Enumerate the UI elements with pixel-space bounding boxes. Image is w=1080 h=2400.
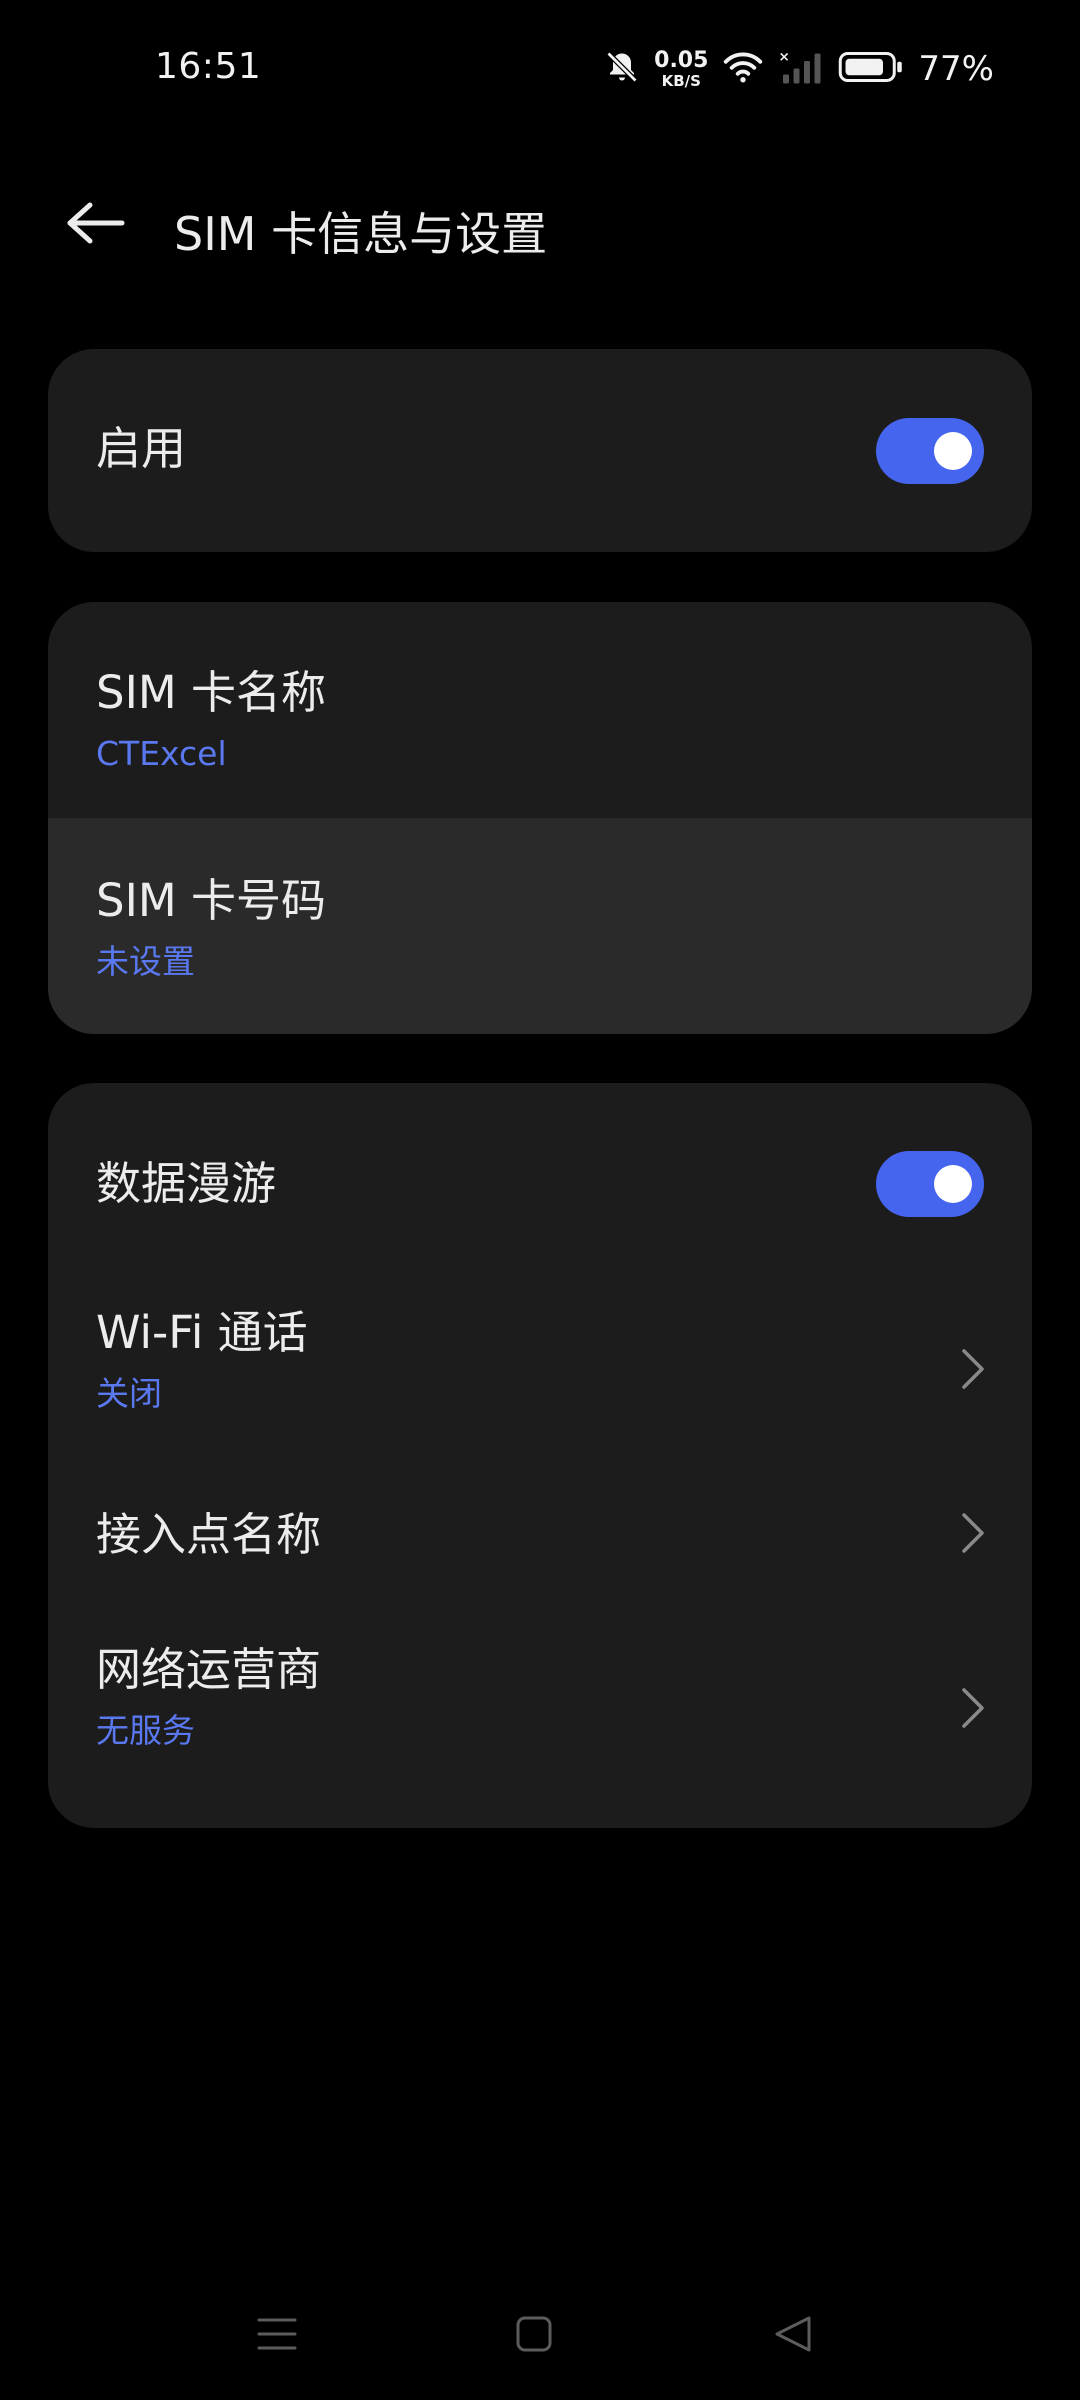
enable-card: 启用 (48, 349, 1032, 552)
nav-back-button[interactable] (757, 2300, 829, 2372)
sim-number-value: 未设置 (96, 942, 195, 981)
chevron-right-icon (956, 1684, 988, 1732)
enable-toggle[interactable] (876, 418, 984, 484)
data-roaming-toggle[interactable] (876, 1151, 984, 1217)
svg-text:×: × (779, 49, 790, 65)
apn-label: 接入点名称 (96, 1508, 322, 1561)
wifi-calling-row[interactable]: Wi-Fi 通话 关闭 (48, 1286, 1032, 1450)
nav-menu-button[interactable] (241, 2300, 313, 2372)
chevron-right-icon (956, 1345, 988, 1393)
sim-number-row[interactable]: SIM 卡号码 未设置 (48, 818, 1032, 1034)
home-square-icon (514, 2314, 554, 2358)
wifi-icon (722, 49, 764, 89)
cellular-signal-off-icon: × (778, 49, 824, 89)
sim-name-row[interactable]: SIM 卡名称 CTExcel (48, 602, 1032, 818)
arrow-left-icon (66, 201, 126, 249)
status-icons: 0.05 KB/S × 77% (604, 44, 994, 94)
net-speed-indicator: 0.05 KB/S (654, 47, 709, 90)
back-triangle-icon (773, 2314, 813, 2358)
nav-home-button[interactable] (498, 2300, 570, 2372)
status-bar: 16:51 0.05 KB/S × 77% (0, 0, 1080, 140)
wifi-calling-label: Wi-Fi 通话 (96, 1306, 308, 1359)
data-roaming-row[interactable]: 数据漫游 (48, 1083, 1032, 1286)
sim-number-label: SIM 卡号码 (96, 874, 326, 927)
network-card: 数据漫游 Wi-Fi 通话 关闭 接入点名称 网络运营商 无服务 (48, 1083, 1032, 1828)
page-title: SIM 卡信息与设置 (174, 207, 548, 261)
sim-name-label: SIM 卡名称 (96, 666, 326, 719)
toggle-knob (934, 432, 972, 470)
sim-info-card: SIM 卡名称 CTExcel SIM 卡号码 未设置 (48, 602, 1032, 1034)
back-button[interactable] (56, 192, 136, 258)
battery-percent: 77% (918, 49, 994, 89)
navigation-bar (0, 2280, 1080, 2390)
toggle-knob (934, 1165, 972, 1203)
status-time: 16:51 (155, 46, 262, 87)
bell-off-icon (604, 49, 640, 89)
battery-icon (838, 50, 904, 88)
net-speed-unit: KB/S (661, 71, 701, 90)
enable-label: 启用 (96, 422, 187, 475)
network-operator-label: 网络运营商 (96, 1643, 322, 1696)
net-speed-value: 0.05 (654, 47, 709, 73)
apn-row[interactable]: 接入点名称 (48, 1450, 1032, 1625)
enable-row[interactable]: 启用 (48, 349, 1032, 552)
sim-name-value: CTExcel (96, 734, 227, 773)
menu-icon (257, 2314, 297, 2358)
network-operator-row[interactable]: 网络运营商 无服务 (48, 1625, 1032, 1828)
data-roaming-label: 数据漫游 (96, 1157, 277, 1210)
network-operator-value: 无服务 (96, 1711, 195, 1750)
top-app-bar: SIM 卡信息与设置 (0, 180, 1080, 270)
chevron-right-icon (956, 1509, 988, 1557)
wifi-calling-value: 关闭 (96, 1374, 162, 1413)
